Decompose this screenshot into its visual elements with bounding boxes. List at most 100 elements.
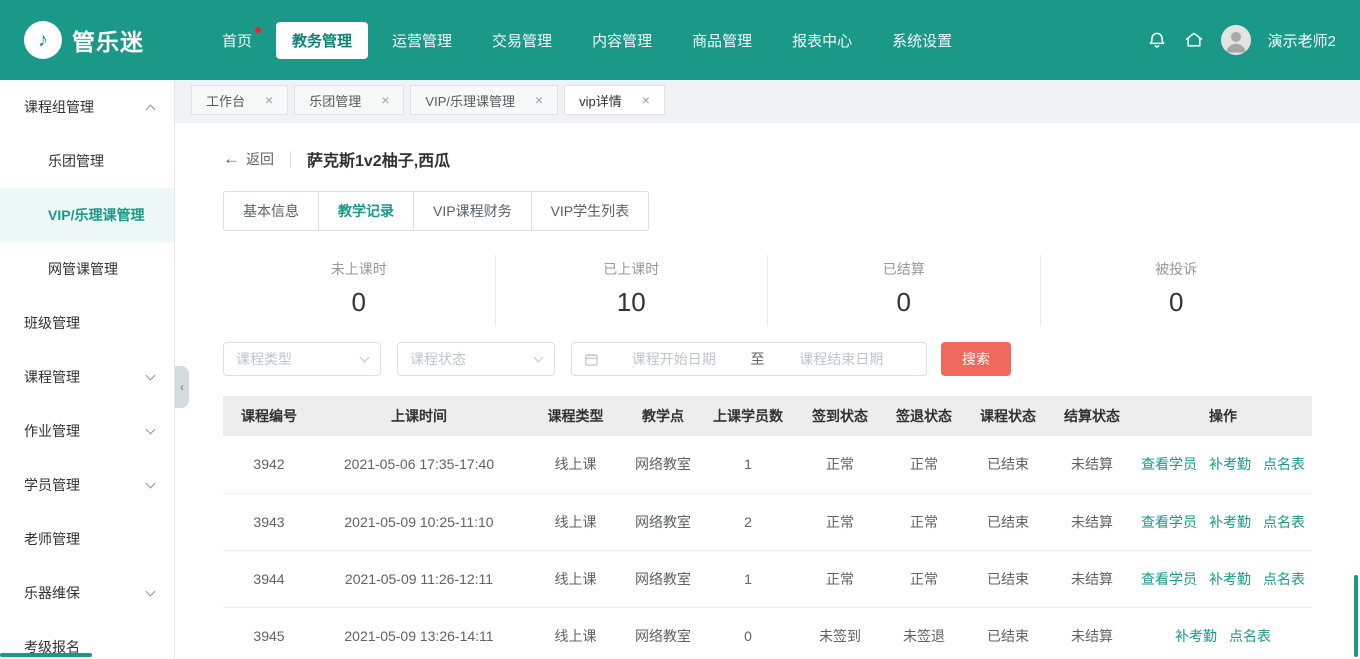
date-range-picker[interactable]: 课程开始日期 至 课程结束日期 [571, 342, 927, 376]
user-name[interactable]: 演示老师2 [1268, 30, 1336, 51]
tab-vip-detail[interactable]: vip详情× [564, 85, 665, 115]
back-button[interactable]: ← 返回 [223, 149, 274, 169]
roll-call-sheet-link[interactable]: 点名表 [1263, 571, 1305, 587]
nav-item-home[interactable]: 首页 [206, 22, 268, 59]
sidebar-item-orchestra-mgmt[interactable]: 乐团管理 [0, 134, 174, 188]
course-status-select[interactable]: 课程状态 [397, 342, 555, 376]
tab-label: 工作台 [206, 91, 245, 110]
sidebar-item-class-mgmt[interactable]: 班级管理 [0, 296, 174, 350]
chevron-down-icon [146, 371, 156, 381]
sidebar-item-vip-theory-mgmt[interactable]: VIP/乐理课管理 [0, 188, 174, 242]
tab-workbench[interactable]: 工作台 × [191, 85, 288, 115]
sidebar-item-label: VIP/乐理课管理 [48, 205, 144, 225]
user-avatar[interactable] [1221, 25, 1251, 55]
nav-item-edu-admin[interactable]: 教务管理 [276, 22, 368, 59]
chevron-down-icon [146, 587, 156, 597]
cell-settlement-status: 未结算 [1050, 607, 1134, 659]
roll-call-sheet-link[interactable]: 点名表 [1263, 456, 1305, 472]
nav-item-operation[interactable]: 运营管理 [376, 22, 468, 59]
makeup-attendance-link[interactable]: 补考勤 [1209, 514, 1251, 530]
chevron-down-icon [146, 425, 156, 435]
view-students-link[interactable]: 查看学员 [1141, 456, 1197, 472]
close-icon[interactable]: × [642, 93, 650, 107]
cell-course-type: 线上课 [523, 607, 628, 659]
workspace-tabstrip: 工作台 × 乐团管理× VIP/乐理课管理 × vip详情× [175, 80, 1360, 115]
select-placeholder: 课程状态 [410, 349, 466, 369]
nav-item-product[interactable]: 商品管理 [676, 22, 768, 59]
cell-class-time: 2021-05-09 10:25-11:10 [315, 493, 523, 550]
detail-tab-teaching-records[interactable]: 教学记录 [319, 192, 414, 230]
header-student-count: 上课学员数 [698, 396, 798, 436]
cell-checkin-status: 正常 [798, 550, 882, 607]
sidebar-item-student-mgmt[interactable]: 学员管理 [0, 458, 174, 512]
makeup-attendance-link[interactable]: 补考勤 [1209, 456, 1251, 472]
cell-checkin-status: 正常 [798, 436, 882, 493]
header-course-status: 课程状态 [966, 396, 1050, 436]
sidebar-item-label: 乐器维保 [24, 583, 80, 603]
close-icon[interactable]: × [535, 93, 543, 107]
roll-call-sheet-link[interactable]: 点名表 [1263, 514, 1305, 530]
table-row: 3943 2021-05-09 10:25-11:10 线上课 网络教室 2 正… [223, 493, 1312, 550]
sidebar-collapse-handle[interactable]: ‹ [175, 366, 189, 408]
horizontal-scrollbar-thumb[interactable] [0, 653, 92, 657]
cell-course-id: 3945 [223, 607, 315, 659]
date-start-placeholder: 课程开始日期 [601, 349, 747, 369]
cell-checkin-status: 未签到 [798, 607, 882, 659]
makeup-attendance-link[interactable]: 补考勤 [1175, 628, 1217, 644]
sidebar-item-online-course-mgmt[interactable]: 网管课管理 [0, 242, 174, 296]
nav-label: 首页 [222, 33, 252, 50]
cell-teaching-site: 网络教室 [628, 550, 698, 607]
tab-orchestra-mgmt[interactable]: 乐团管理× [294, 85, 404, 115]
bell-icon[interactable] [1147, 30, 1167, 50]
cell-student-count: 1 [698, 436, 798, 493]
nav-item-content[interactable]: 内容管理 [576, 22, 668, 59]
nav-item-transaction[interactable]: 交易管理 [476, 22, 568, 59]
tab-vip-theory-mgmt[interactable]: VIP/乐理课管理 × [410, 85, 558, 115]
sidebar-item-course-mgmt[interactable]: 课程管理 [0, 350, 174, 404]
course-type-select[interactable]: 课程类型 [223, 342, 381, 376]
notification-dot [255, 27, 261, 33]
nav-label: 系统设置 [892, 33, 952, 50]
cell-checkout-status: 正常 [882, 550, 966, 607]
sidebar-item-teacher-mgmt[interactable]: 老师管理 [0, 512, 174, 566]
cell-student-count: 2 [698, 493, 798, 550]
cell-student-count: 1 [698, 550, 798, 607]
date-end-placeholder: 课程结束日期 [769, 349, 915, 369]
view-students-link[interactable]: 查看学员 [1141, 571, 1197, 587]
sidebar-item-homework-mgmt[interactable]: 作业管理 [0, 404, 174, 458]
brand-logo[interactable]: ♪ 管乐迷 [24, 21, 144, 59]
roll-call-sheet-link[interactable]: 点名表 [1229, 628, 1271, 644]
cell-checkin-status: 正常 [798, 493, 882, 550]
search-button[interactable]: 搜索 [941, 342, 1011, 376]
cell-settlement-status: 未结算 [1050, 493, 1134, 550]
back-row: ← 返回 萨克斯1v2柚子,西瓜 [223, 147, 1312, 171]
sidebar-item-instrument-maintenance[interactable]: 乐器维保 [0, 566, 174, 620]
cell-course-type: 线上课 [523, 436, 628, 493]
stat-complaints: 被投诉 0 [1040, 255, 1313, 326]
detail-tab-vip-students[interactable]: VIP学生列表 [532, 192, 649, 230]
makeup-attendance-link[interactable]: 补考勤 [1209, 571, 1251, 587]
view-students-link[interactable]: 查看学员 [1141, 514, 1197, 530]
cell-course-status: 已结束 [966, 607, 1050, 659]
detail-tab-basic-info[interactable]: 基本信息 [224, 192, 319, 230]
chevron-down-icon [360, 353, 370, 363]
stat-label: 已结算 [768, 259, 1040, 279]
detail-tab-vip-finance[interactable]: VIP课程财务 [414, 192, 532, 230]
tab-label: VIP/乐理课管理 [425, 91, 515, 110]
cell-settlement-status: 未结算 [1050, 436, 1134, 493]
chevron-down-icon [146, 479, 156, 489]
stat-attended-hours: 已上课时 10 [495, 255, 768, 326]
vertical-scrollbar-thumb[interactable] [1354, 575, 1358, 657]
home-icon[interactable] [1184, 30, 1204, 50]
cell-course-id: 3943 [223, 493, 315, 550]
header-class-time: 上课时间 [315, 396, 523, 436]
header-teaching-site: 教学点 [628, 396, 698, 436]
close-icon[interactable]: × [265, 93, 273, 107]
detail-tabs: 基本信息 教学记录 VIP课程财务 VIP学生列表 [223, 191, 649, 231]
close-icon[interactable]: × [381, 93, 389, 107]
nav-label: 商品管理 [692, 33, 752, 50]
sidebar-item-course-group[interactable]: 课程组管理 [0, 80, 174, 134]
nav-item-system-settings[interactable]: 系统设置 [876, 22, 968, 59]
nav-item-report-center[interactable]: 报表中心 [776, 22, 868, 59]
cell-course-status: 已结束 [966, 550, 1050, 607]
